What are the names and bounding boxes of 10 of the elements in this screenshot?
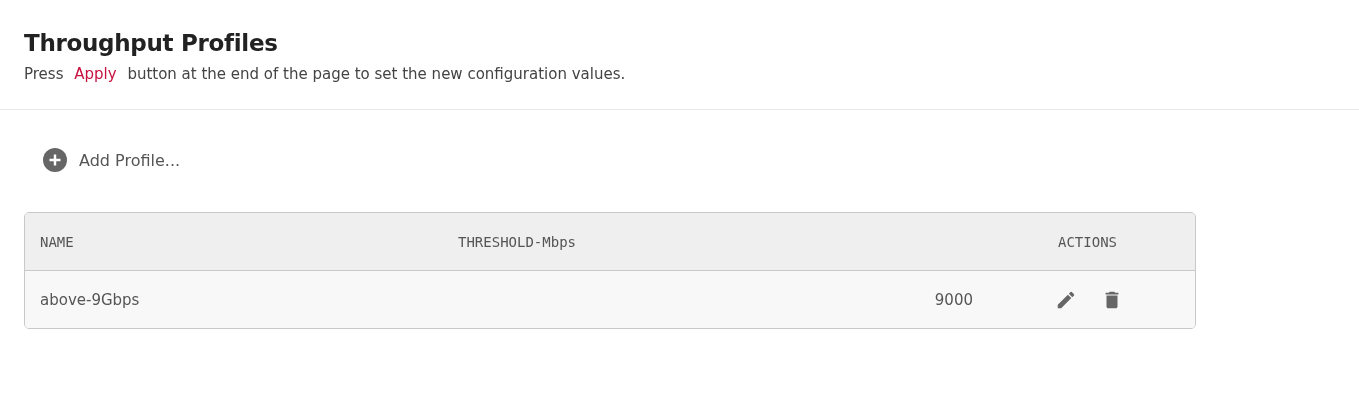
- column-header: ACTIONS: [1058, 233, 1117, 250]
- table-cell-text: above-9Gbps: [39, 290, 141, 309]
- apply-link[interactable]: Apply: [74, 65, 117, 83]
- table-cell-text: 9000: [933, 290, 973, 309]
- plus-circle-icon: [43, 148, 67, 172]
- column-header: NAME: [39, 233, 75, 250]
- page-title: Throughput Profiles: [24, 30, 279, 56]
- instructions-text: Press Apply button at the end of the page to set the new configuration values.: [24, 65, 627, 83]
- column-header: THRESHOLD-Mbps: [458, 233, 577, 250]
- add-profile-button[interactable]: Add Profile...: [24, 148, 181, 172]
